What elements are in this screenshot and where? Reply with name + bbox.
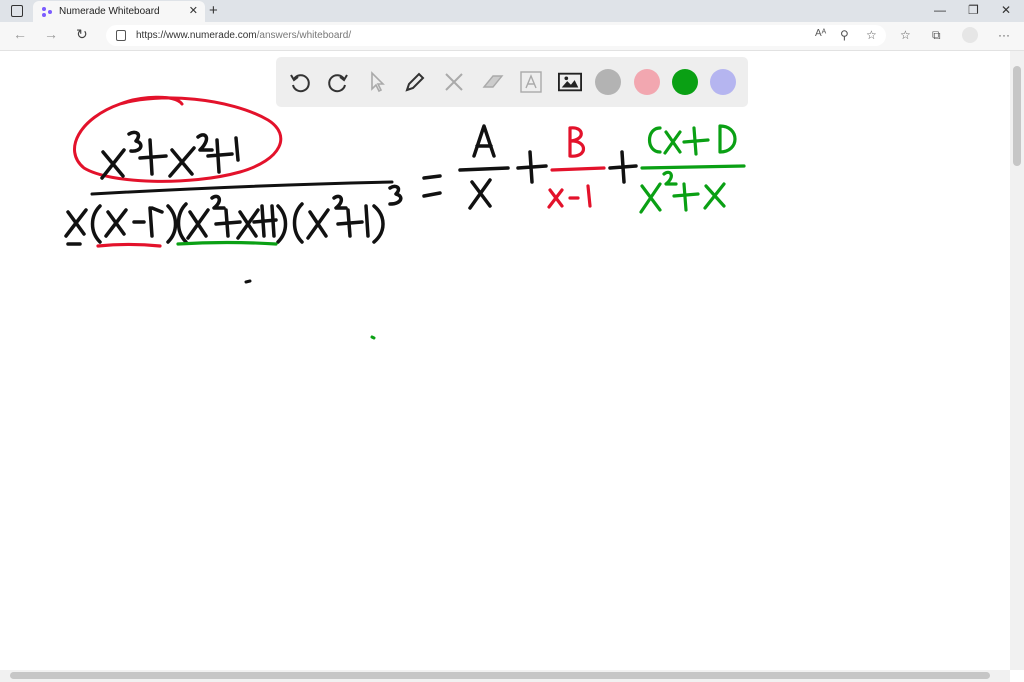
ink-den-x3	[186, 208, 210, 240]
ink-den-sup3	[388, 184, 403, 206]
ink-X	[468, 178, 492, 210]
ink-den-paren6	[372, 204, 385, 244]
ink-3	[127, 130, 143, 153]
ink-plus-b	[608, 150, 638, 184]
ink-green-dot	[370, 335, 376, 340]
ink-den-plus	[214, 208, 242, 238]
ink-den-x4	[236, 208, 260, 240]
ink-den-paren3	[176, 202, 188, 244]
ink-den-sup2	[210, 194, 226, 210]
ink-den-paren1	[90, 204, 102, 244]
ink-green-x	[663, 130, 682, 155]
ink-green-plus2	[672, 182, 700, 212]
ink-A-bar	[458, 166, 510, 172]
ink-x2	[168, 146, 196, 178]
red-underline	[96, 242, 162, 248]
ink-plus-a	[516, 150, 548, 184]
ink-1	[234, 136, 240, 162]
ink-green-sup2	[662, 170, 678, 186]
ink-den-1c	[364, 204, 370, 238]
ink-den-paren5	[292, 202, 304, 244]
ink-plus2	[206, 138, 234, 174]
ink-C	[647, 126, 662, 154]
ink-green-plus	[682, 126, 710, 156]
ink-green-bar	[640, 164, 746, 170]
ink-D	[718, 124, 737, 154]
ink-den-x	[64, 208, 88, 238]
ink-red-x	[547, 188, 564, 209]
horizontal-scroll-thumb[interactable]	[10, 672, 990, 679]
ink-green-x3	[703, 182, 726, 210]
fraction-bar	[90, 180, 394, 196]
ink-den-sup2b	[332, 194, 348, 210]
ink-den-plus3	[336, 208, 364, 238]
ink-A	[472, 124, 496, 158]
vertical-scroll-thumb[interactable]	[1013, 66, 1021, 166]
ink-den-paren2	[166, 204, 178, 244]
ink-den-x2	[104, 208, 128, 238]
ink-den-1	[148, 206, 164, 238]
ink-B	[568, 126, 586, 158]
ink-B-bar	[550, 166, 606, 172]
ink-x1	[100, 148, 126, 180]
ink-den-paren4	[276, 204, 288, 244]
green-underline	[176, 240, 278, 246]
ink-equals	[422, 174, 442, 198]
ink-den-1b	[270, 204, 276, 238]
ink-dot	[244, 279, 252, 284]
ink-red-1	[586, 184, 592, 208]
whiteboard-canvas[interactable]	[0, 0, 1010, 668]
ink-2	[196, 133, 214, 152]
ink-plus1	[138, 138, 168, 176]
ink-den-x5	[306, 208, 330, 240]
ink-green-x2	[639, 182, 662, 214]
